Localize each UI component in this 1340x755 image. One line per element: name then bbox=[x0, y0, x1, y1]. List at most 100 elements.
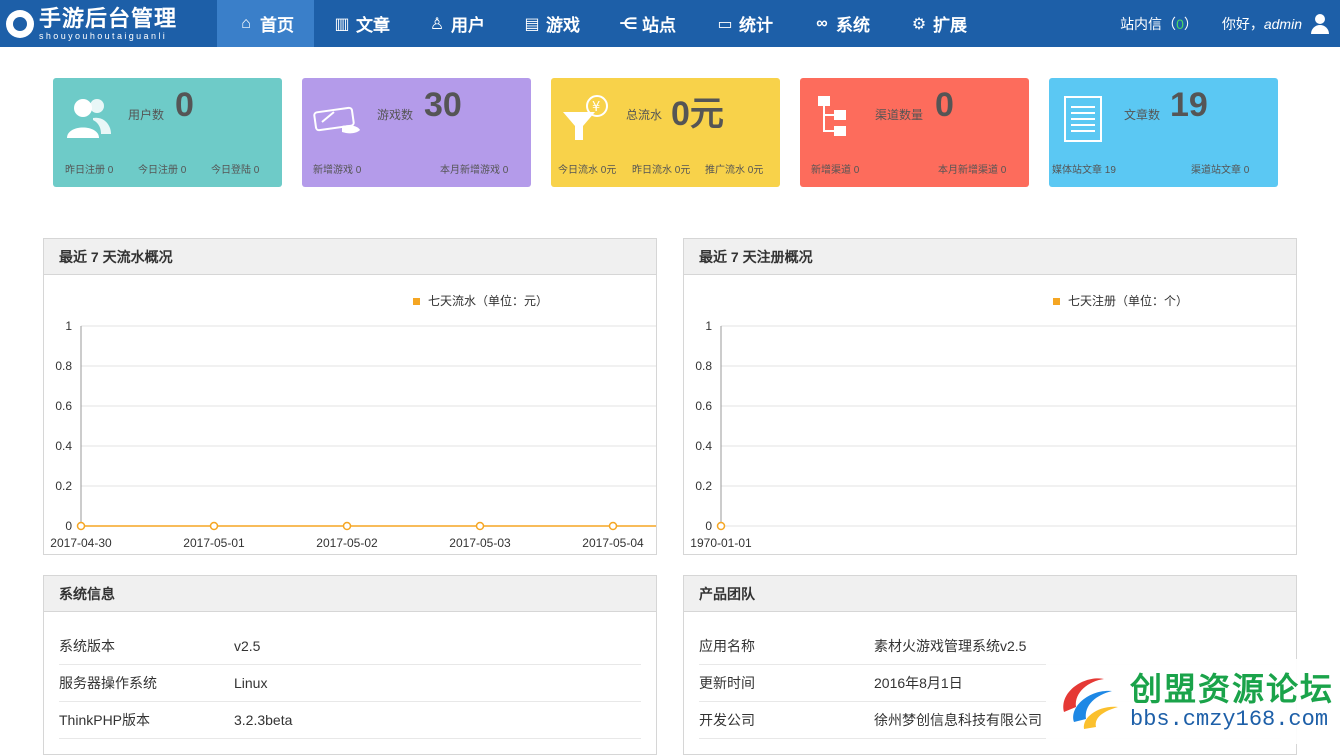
nav-item-3[interactable]: ▤ 游戏 bbox=[504, 0, 599, 47]
register-chart-panel: 最近 7 天注册概况 七天注册（单位：个） 1 0.8 0.6 0.4 0.2 0 1970-… bbox=[683, 238, 1297, 555]
y-tick-label: 0.4 bbox=[695, 439, 712, 453]
monitor-icon: ▭ bbox=[717, 15, 733, 33]
info-value: 3.2.3beta bbox=[234, 712, 293, 728]
info-row: 系统版本 v2.5 bbox=[59, 628, 641, 665]
system-info-panel: 系统信息 系统版本 v2.5 服务器操作系统 Linux ThinkPHP版本 3.2.3… bbox=[43, 575, 657, 755]
funnel-yen-icon: ¥ bbox=[561, 94, 611, 144]
x-tick-label: 2017-05-04 bbox=[582, 536, 644, 550]
svg-text:¥: ¥ bbox=[592, 100, 600, 115]
stat-card-subtext: 本月新增渠道 0 bbox=[938, 165, 1007, 176]
users-icon bbox=[63, 94, 113, 144]
x-tick-label: 2017-04-30 bbox=[50, 536, 112, 550]
nav-item-label: 用户 bbox=[451, 16, 485, 35]
messages-count: 0 bbox=[1176, 15, 1184, 32]
nav-item-label: 站点 bbox=[642, 16, 676, 35]
stat-card-value: 0元 bbox=[671, 95, 724, 133]
info-row: ThinkPHP版本 3.2.3beta bbox=[59, 702, 641, 739]
y-tick-label: 0.6 bbox=[55, 399, 72, 413]
nav-item-1[interactable]: ▥ 文章 bbox=[314, 0, 409, 47]
user-sitemap-icon: ♙ bbox=[429, 15, 445, 33]
legend-label: 七天注册（单位：个） bbox=[1068, 293, 1188, 308]
y-tick-label: 0.8 bbox=[695, 359, 712, 373]
x-tick-label: 2017-05-02 bbox=[316, 536, 378, 550]
data-point[interactable] bbox=[76, 521, 86, 531]
data-point[interactable] bbox=[475, 521, 485, 531]
username[interactable]: admin bbox=[1264, 16, 1302, 32]
register-panel-title: 最近 7 天注册概况 bbox=[684, 239, 1296, 275]
stat-card-subtext: 昨日流水 0元 bbox=[632, 165, 691, 176]
stat-card-label: 用户数 bbox=[128, 108, 165, 122]
nav-item-7[interactable]: ⚙ 扩展 bbox=[890, 0, 987, 47]
nav-item-4[interactable]: ⋲ 站点 bbox=[599, 0, 696, 47]
system-panel-title: 系统信息 bbox=[44, 576, 656, 612]
share-icon: ⋲ bbox=[619, 15, 638, 33]
y-tick-label: 0.8 bbox=[55, 359, 72, 373]
y-tick-label: 1 bbox=[705, 319, 712, 333]
messages-link[interactable]: 站内信（0） bbox=[1120, 14, 1198, 34]
y-tick-label: 0 bbox=[65, 519, 72, 533]
stat-card-4[interactable]: 文章数 19 媒体站文章 19 渠道站文章 0 bbox=[1049, 78, 1278, 187]
legend-swatch bbox=[1053, 298, 1060, 305]
info-value: 徐州梦创信息科技有限公司 bbox=[874, 712, 1042, 728]
document-icon: ▤ bbox=[524, 15, 540, 33]
info-key: 更新时间 bbox=[699, 675, 755, 691]
chart-legend[interactable]: 七天流水（单位：元） bbox=[413, 293, 548, 308]
y-tick-label: 0.2 bbox=[695, 479, 712, 493]
nav-item-label: 文章 bbox=[356, 16, 390, 35]
nav-item-label: 系统 bbox=[836, 16, 870, 35]
stat-card-2[interactable]: ¥ 总流水 0元今日流水 0元 昨日流水 0元 推广流水 0元 bbox=[551, 78, 780, 187]
nav-item-0[interactable]: ⌂ 首页 bbox=[217, 0, 314, 47]
stat-card-1[interactable]: 游戏数 30 新增游戏 0 本月新增游戏 0 bbox=[302, 78, 531, 187]
nav-item-6[interactable]: ∞ 系统 bbox=[793, 0, 890, 47]
info-key: 开发公司 bbox=[699, 712, 755, 728]
info-value: v2.5 bbox=[234, 638, 261, 654]
stat-card-subtext: 渠道站文章 0 bbox=[1191, 165, 1250, 176]
x-tick-label: 2017-05-01 bbox=[183, 536, 245, 550]
stat-card-subtext: 今日流水 0元 bbox=[558, 165, 617, 176]
stat-card-subtext: 推广流水 0元 bbox=[705, 165, 764, 176]
team-panel-title: 产品团队 bbox=[684, 576, 1296, 612]
stat-card-subtext: 今日登陆 0 bbox=[211, 165, 260, 176]
top-navbar: 手游后台管理 shouyouhoutaiguanli ⌂ 首页 ▥ 文章 ♙ 用户 ▤ 游戏 ⋲… bbox=[0, 0, 1340, 47]
data-point[interactable] bbox=[209, 521, 219, 531]
watermark-url: bbs.cmzy168.com bbox=[1130, 706, 1329, 732]
x-tick-label: 1970-01-01 bbox=[690, 536, 752, 550]
y-tick-label: 1 bbox=[65, 319, 72, 333]
gear-icon: ⚙ bbox=[911, 15, 927, 33]
y-tick-label: 0.6 bbox=[695, 399, 712, 413]
revenue-panel-title: 最近 7 天流水概况 bbox=[44, 239, 656, 275]
nav-item-label: 游戏 bbox=[546, 16, 580, 35]
stat-card-subtext: 昨日注册 0 bbox=[65, 165, 114, 176]
nav-item-5[interactable]: ▭ 统计 bbox=[696, 0, 793, 47]
data-point[interactable] bbox=[342, 521, 352, 531]
data-point[interactable] bbox=[608, 521, 618, 531]
stat-card-value: 19 bbox=[1170, 86, 1208, 124]
nav-item-label: 扩展 bbox=[933, 16, 967, 35]
stat-card-subtext: 新增渠道 0 bbox=[811, 165, 860, 176]
info-value: Linux bbox=[234, 675, 268, 691]
system-info-list: 系统版本 v2.5 服务器操作系统 Linux ThinkPHP版本 3.2.3beta bbox=[44, 612, 656, 739]
user-icon[interactable] bbox=[1310, 13, 1330, 34]
stat-card-value: 30 bbox=[424, 86, 462, 124]
y-tick-label: 0.2 bbox=[55, 479, 72, 493]
chart-legend[interactable]: 七天注册（单位：个） bbox=[1053, 293, 1188, 308]
stat-card-3[interactable]: 渠道数量 0 新增渠道 0 本月新增渠道 0 bbox=[800, 78, 1029, 187]
stat-card-0[interactable]: 用户数 0 昨日注册 0 今日注册 0 今日登陆 0 bbox=[53, 78, 282, 187]
register-chart: 七天注册（单位：个） 1 0.8 0.6 0.4 0.2 0 1970-01-01 bbox=[690, 293, 1296, 550]
info-row: 服务器操作系统 Linux bbox=[59, 665, 641, 702]
info-key: 服务器操作系统 bbox=[59, 675, 157, 691]
brand-title: 手游后台管理 bbox=[39, 5, 178, 31]
info-value: 2016年8月1日 bbox=[874, 675, 963, 691]
data-point[interactable] bbox=[716, 521, 726, 531]
nav-item-2[interactable]: ♙ 用户 bbox=[409, 0, 504, 47]
legend-label: 七天流水（单位：元） bbox=[428, 293, 548, 308]
stat-card-value: 0 bbox=[935, 86, 954, 124]
y-tick-label: 0 bbox=[705, 519, 712, 533]
stat-card-label: 游戏数 bbox=[377, 108, 414, 122]
info-key: 系统版本 bbox=[59, 638, 115, 654]
stat-card-subtext: 媒体站文章 19 bbox=[1052, 165, 1116, 176]
legend-swatch bbox=[413, 298, 420, 305]
stat-card-label: 总流水 bbox=[626, 108, 663, 122]
top-right-area: 站内信（0） 你好，admin bbox=[1120, 0, 1330, 47]
brand-logo[interactable]: 手游后台管理 shouyouhoutaiguanli bbox=[0, 0, 217, 47]
